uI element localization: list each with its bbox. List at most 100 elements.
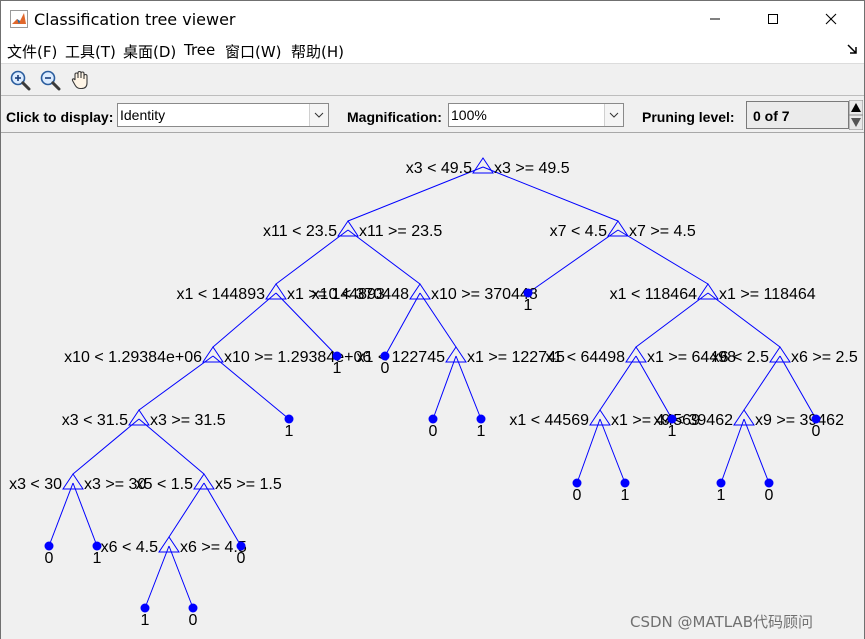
close-button[interactable] [802, 1, 860, 37]
split-rule-left: x1 < 122745 [356, 349, 445, 366]
leaf-node-16[interactable]: 0 [188, 603, 198, 630]
split-triangle-icon[interactable] [445, 346, 467, 363]
split-rule-left: x9 < 39462 [653, 412, 733, 429]
leaf-node-4[interactable]: 0 [428, 414, 438, 441]
leaf-class-label: 1 [668, 423, 677, 440]
tree-canvas[interactable]: x3 < 49.5 x3 >= 49.5 x11 < 23.5 x11 >= 23.5… [1, 134, 864, 639]
split-triangle-icon[interactable] [409, 283, 431, 300]
magnification-select-value: 100% [451, 107, 487, 123]
minimize-button[interactable] [686, 1, 744, 37]
split-rule-left: x6 < 4.5 [101, 539, 158, 556]
split-rule-right: x10 >= 1.29384e+06 [224, 349, 371, 366]
leaf-node-7[interactable]: 0 [811, 414, 821, 441]
split-node-9[interactable]: x6 < 2.5 x6 >= 2.5 [712, 346, 858, 366]
split-node-2[interactable]: x7 < 4.5 x7 >= 4.5 [550, 220, 696, 240]
split-rule-right: x3 >= 49.5 [494, 160, 570, 177]
split-rule-left: x1 < 144893 [176, 286, 265, 303]
zoom-in-button[interactable] [7, 68, 33, 92]
menu-file[interactable]: 文件(F) [7, 41, 57, 62]
split-triangle-icon[interactable] [769, 346, 791, 363]
split-rule-left: x10 < 1.29384e+06 [64, 349, 202, 366]
leaf-node-14[interactable]: 0 [764, 478, 774, 505]
split-triangle-icon[interactable] [733, 409, 755, 426]
split-rule-left: x11 < 23.5 [263, 223, 337, 240]
split-triangle-icon[interactable] [265, 283, 287, 300]
leaf-node-10[interactable]: 0 [236, 541, 246, 568]
split-node-5[interactable]: x1 < 118464 x1 >= 118464 [610, 283, 816, 303]
split-triangle-icon[interactable] [337, 220, 359, 237]
pruning-spinner[interactable] [849, 100, 863, 130]
split-node-15[interactable]: x6 < 4.5 x6 >= 4.5 [101, 536, 247, 556]
leaf-node-6[interactable]: 1 [667, 414, 677, 441]
leaf-class-label: 0 [189, 612, 198, 629]
magnification-select[interactable]: 100% [448, 103, 624, 127]
menu-desktop[interactable]: 桌面(D) [123, 41, 176, 62]
split-triangle-icon[interactable] [62, 473, 84, 490]
split-triangle-icon[interactable] [128, 409, 150, 426]
leaf-node-3[interactable]: 1 [284, 414, 294, 441]
matlab-icon [10, 10, 28, 28]
leaf-node-0[interactable]: 1 [523, 288, 533, 315]
magnification-select-arrow[interactable] [604, 104, 623, 126]
leaf-node-12[interactable]: 1 [620, 478, 630, 505]
display-select[interactable]: Identity [117, 103, 329, 127]
zoom-out-button[interactable] [37, 68, 63, 92]
split-triangle-icon[interactable] [202, 346, 224, 363]
menu-window[interactable]: 窗口(W) [225, 41, 282, 62]
classification-tree[interactable]: x3 < 49.5 x3 >= 49.5 x11 < 23.5 x11 >= 23.5… [1, 134, 864, 639]
menu-tree[interactable]: Tree [184, 41, 215, 59]
split-rule-right: x3 >= 31.5 [150, 412, 226, 429]
leaf-node-8[interactable]: 0 [44, 541, 54, 568]
leaf-node-2[interactable]: 0 [380, 351, 390, 378]
leaf-node-13[interactable]: 1 [716, 478, 726, 505]
split-node-13[interactable]: x3 < 30 x3 >= 30 [9, 473, 146, 493]
split-rule-left: x6 < 2.5 [712, 349, 769, 366]
control-bar: Click to display: Identity Magnification… [1, 97, 864, 133]
display-select-arrow[interactable] [309, 104, 328, 126]
split-triangle-icon[interactable] [472, 157, 494, 174]
dock-arrow-icon[interactable] [846, 41, 860, 57]
split-rule-right: x6 >= 2.5 [791, 349, 858, 366]
leaf-node-11[interactable]: 0 [572, 478, 582, 505]
split-node-8[interactable]: x1 < 64498 x1 >= 64498 [545, 346, 736, 366]
pan-button[interactable] [67, 68, 93, 92]
leaf-node-9[interactable]: 1 [92, 541, 102, 568]
split-node-0[interactable]: x3 < 49.5 x3 >= 49.5 [406, 157, 570, 177]
split-triangle-icon[interactable] [158, 536, 180, 553]
leaf-class-label: 0 [573, 487, 582, 504]
split-node-6[interactable]: x10 < 1.29384e+06 x10 >= 1.29384e+06 [64, 346, 371, 366]
menu-tools[interactable]: 工具(T) [65, 41, 116, 62]
leaf-node-1[interactable]: 1 [332, 351, 342, 378]
maximize-button[interactable] [744, 1, 802, 37]
split-triangle-icon[interactable] [697, 283, 719, 300]
title-bar[interactable]: Classification tree viewer [1, 1, 864, 37]
leaf-class-label: 0 [765, 487, 774, 504]
menu-help[interactable]: 帮助(H) [291, 41, 344, 62]
leaf-class-label: 0 [812, 423, 821, 440]
split-rule-left: x10 < 370448 [312, 286, 410, 303]
split-triangle-icon[interactable] [625, 346, 647, 363]
toolbar [1, 63, 864, 96]
leaf-node-5[interactable]: 1 [476, 414, 486, 441]
split-node-1[interactable]: x11 < 23.5 x11 >= 23.5 [263, 220, 442, 240]
leaf-class-label: 0 [237, 550, 246, 567]
split-rule-left: x1 < 44569 [509, 412, 589, 429]
pruning-level-field[interactable]: 0 of 7 [746, 101, 849, 129]
display-select-value: Identity [120, 107, 166, 123]
leaf-class-label: 1 [524, 297, 533, 314]
leaf-node-15[interactable]: 1 [140, 603, 150, 630]
split-rule-left: x7 < 4.5 [550, 223, 607, 240]
split-rule-left: x1 < 118464 [610, 286, 697, 303]
split-node-10[interactable]: x3 < 31.5 x3 >= 31.5 [62, 409, 226, 429]
pruning-label: Pruning level: [642, 109, 735, 125]
split-triangle-icon[interactable] [193, 473, 215, 490]
leaf-class-label: 1 [477, 423, 486, 440]
leaf-class-label: 0 [429, 423, 438, 440]
window-title: Classification tree viewer [34, 10, 236, 29]
split-rule-right: x1 >= 118464 [719, 286, 816, 303]
split-rule-left: x3 < 49.5 [406, 160, 472, 177]
split-rule-left: x1 < 64498 [545, 349, 625, 366]
pan-hand-icon [71, 70, 88, 90]
chevron-down-icon [609, 112, 619, 118]
split-triangle-icon[interactable] [589, 409, 611, 426]
